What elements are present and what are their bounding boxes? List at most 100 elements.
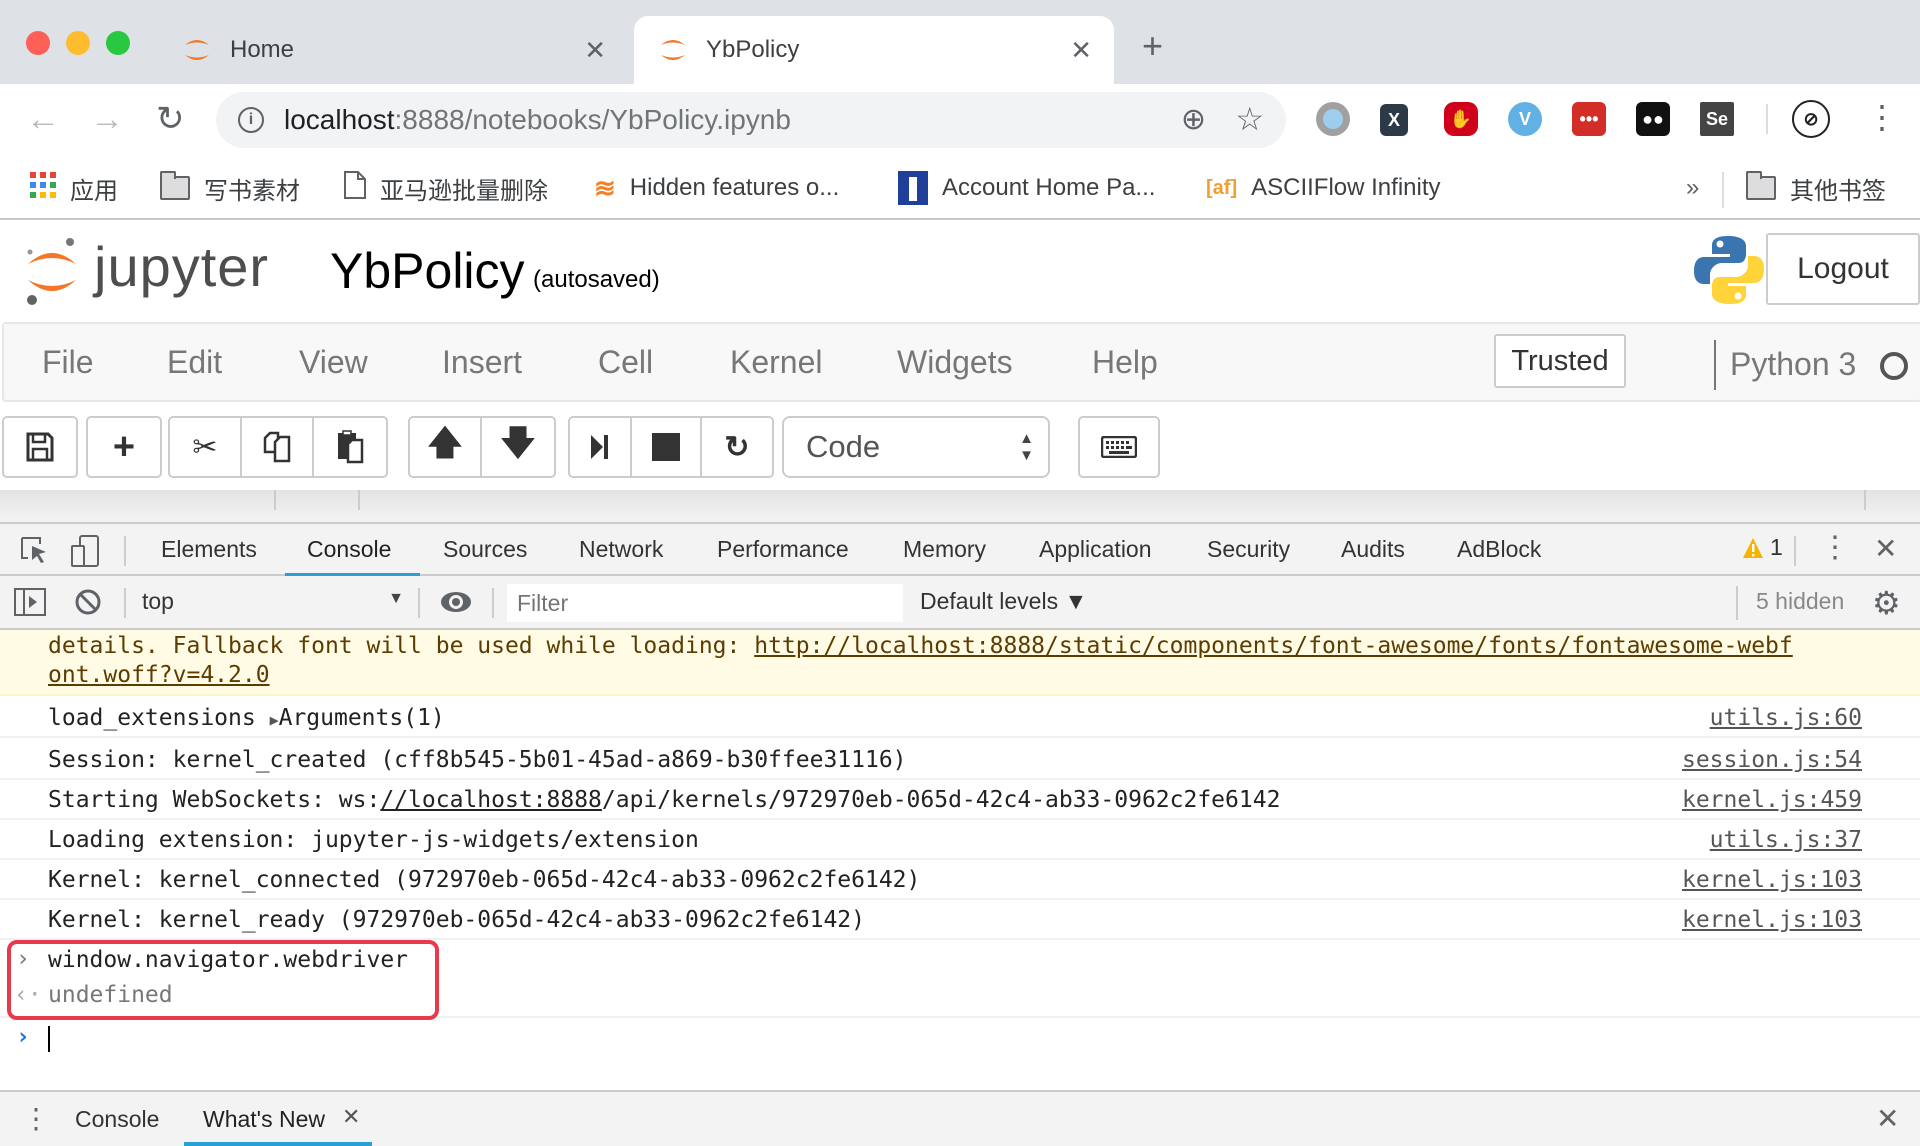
insert-cell-below-button[interactable]: +	[88, 418, 160, 476]
log-source-link[interactable]: utils.js:37	[1710, 827, 1862, 853]
cut-button[interactable]: ✂	[170, 418, 242, 476]
console-prompt[interactable]: ›	[0, 1020, 1920, 1060]
trusted-indicator[interactable]: Trusted	[1494, 334, 1626, 388]
devtools-menu-icon[interactable]: ⋮	[1820, 530, 1850, 565]
new-tab-button[interactable]: +	[1142, 28, 1163, 64]
drawer-tab-whats-new[interactable]: What's New	[203, 1106, 325, 1133]
command-palette-button[interactable]	[1080, 418, 1158, 476]
bookmark-amazon-delete[interactable]: 亚马逊批量删除	[344, 170, 548, 206]
no-tracking-extension-icon[interactable]: ⊘	[1792, 100, 1830, 138]
devtools-tab-elements[interactable]: Elements	[161, 536, 257, 563]
log-source-link[interactable]: kernel.js:459	[1682, 787, 1862, 813]
tab-home[interactable]: Home ✕	[158, 16, 628, 84]
log-source-link[interactable]: kernel.js:103	[1682, 867, 1862, 893]
reload-icon[interactable]: ↻	[156, 102, 185, 136]
menu-insert[interactable]: Insert	[442, 344, 522, 381]
select-arrows-icon: ▲ ▼	[1019, 430, 1034, 464]
menu-file[interactable]: File	[42, 344, 94, 381]
device-toolbar-icon[interactable]	[70, 534, 100, 573]
bookmark-account-home[interactable]: Account Home Pa...	[898, 170, 1155, 206]
cell-type-select[interactable]: Code ▲ ▼	[782, 416, 1050, 478]
menu-view[interactable]: View	[299, 344, 368, 381]
bookmark-star-icon[interactable]: ☆	[1235, 100, 1264, 138]
show-sidebar-icon[interactable]	[14, 588, 46, 621]
adblock-hand-icon[interactable]: ✋	[1444, 102, 1478, 136]
bookmarks-overflow-button[interactable]: »	[1686, 170, 1699, 206]
folder-icon	[1746, 171, 1776, 200]
console-settings-gear-icon[interactable]: ⚙	[1872, 584, 1901, 622]
close-devtools-icon[interactable]: ✕	[1874, 532, 1897, 565]
back-arrow-icon[interactable]: ←	[26, 102, 60, 136]
paste-button[interactable]	[314, 418, 386, 476]
minimize-window-button[interactable]	[66, 31, 90, 55]
devtools-tab-sources[interactable]: Sources	[443, 536, 527, 563]
dots-extension-icon[interactable]: ●●	[1636, 102, 1670, 136]
vimeo-extension-icon[interactable]: V	[1508, 102, 1542, 136]
copy-button[interactable]	[242, 418, 314, 476]
move-cell-up-button[interactable]: 🡅	[410, 418, 482, 476]
live-expression-eye-icon[interactable]	[440, 590, 472, 619]
close-tab-icon[interactable]: ✕	[584, 35, 606, 66]
bookmark-asciiflow[interactable]: [af] ASCIIFlow Infinity	[1206, 170, 1441, 206]
interrupt-kernel-button[interactable]	[632, 418, 702, 476]
devtools-tab-adblock[interactable]: AdBlock	[1457, 536, 1541, 563]
devtools-tab-performance[interactable]: Performance	[717, 536, 849, 563]
menu-edit[interactable]: Edit	[167, 344, 222, 381]
forward-arrow-icon[interactable]: →	[90, 102, 124, 136]
close-drawer-tab-icon[interactable]: ✕	[342, 1104, 360, 1130]
other-bookmarks-folder[interactable]: 其他书签	[1746, 170, 1886, 206]
menu-kernel[interactable]: Kernel	[730, 344, 823, 381]
maximize-window-button[interactable]	[106, 31, 130, 55]
close-drawer-icon[interactable]: ✕	[1876, 1102, 1899, 1135]
address-bar[interactable]: i localhost:8888/notebooks/YbPolicy.ipyn…	[216, 92, 1286, 148]
x-extension-icon[interactable]: X	[1380, 104, 1408, 136]
drawer-tab-console[interactable]: Console	[75, 1106, 159, 1133]
menu-help[interactable]: Help	[1092, 344, 1158, 381]
move-cell-down-button[interactable]: 🡇	[482, 418, 554, 476]
browser-menu-icon[interactable]: ⋮	[1866, 98, 1898, 136]
prompt-chevron-icon: ›	[16, 1024, 30, 1050]
font-url-link-continued[interactable]: ont.woff?v=4.2.0	[48, 662, 270, 688]
text-caret	[48, 1026, 50, 1052]
font-url-link[interactable]: http://localhost:8888/static/components/…	[754, 633, 1793, 659]
run-cell-button[interactable]	[570, 418, 632, 476]
arguments-object[interactable]: Arguments(1)	[279, 705, 445, 731]
selenium-ide-icon[interactable]: Se	[1700, 102, 1734, 136]
context-selector[interactable]: top ▼	[142, 588, 404, 615]
log-levels-dropdown[interactable]: Default levels ▼	[920, 588, 1087, 615]
devtools-tab-memory[interactable]: Memory	[903, 536, 986, 563]
site-info-icon[interactable]: i	[238, 107, 264, 133]
zoom-icon[interactable]: ⊕	[1181, 102, 1206, 137]
console-filter-input[interactable]	[507, 584, 903, 622]
inspect-element-icon[interactable]	[20, 536, 50, 571]
save-button[interactable]	[4, 418, 76, 476]
tab-ybpolicy[interactable]: YbPolicy ✕	[634, 16, 1114, 84]
bookmark-folder-writing[interactable]: 写书素材	[160, 170, 300, 206]
devtools-tab-application[interactable]: Application	[1039, 536, 1152, 563]
circle-extension-icon[interactable]	[1316, 102, 1350, 136]
warnings-counter[interactable]: 1	[1742, 534, 1783, 561]
menu-widgets[interactable]: Widgets	[897, 344, 1013, 381]
restart-kernel-button[interactable]: ↻	[702, 418, 772, 476]
menu-cell[interactable]: Cell	[598, 344, 653, 381]
url-text[interactable]: localhost:8888/notebooks/YbPolicy.ipynb	[284, 104, 791, 136]
logout-button[interactable]: Logout	[1766, 233, 1920, 305]
devtools-tab-security[interactable]: Security	[1207, 536, 1290, 563]
bookmark-apps[interactable]: 应用	[30, 170, 118, 206]
log-source-link[interactable]: utils.js:60	[1710, 705, 1862, 731]
log-source-link[interactable]: session.js:54	[1682, 747, 1862, 773]
drawer-menu-icon[interactable]: ⋮	[22, 1102, 50, 1135]
notebook-title[interactable]: YbPolicy	[330, 242, 525, 300]
close-tab-icon[interactable]: ✕	[1070, 35, 1092, 66]
websocket-host-link[interactable]: //localhost:8888	[380, 787, 602, 813]
devtools-tab-console[interactable]: Console	[307, 536, 391, 563]
jupyter-logo[interactable]	[24, 236, 80, 311]
clear-console-icon[interactable]	[74, 588, 102, 621]
devtools-tab-audits[interactable]: Audits	[1341, 536, 1405, 563]
log-source-link[interactable]: kernel.js:103	[1682, 907, 1862, 933]
close-window-button[interactable]	[26, 31, 50, 55]
lastpass-extension-icon[interactable]: •••	[1572, 102, 1606, 136]
devtools-tab-network[interactable]: Network	[579, 536, 663, 563]
bookmark-hidden-features[interactable]: ≋ Hidden features o...	[594, 170, 839, 206]
expand-triangle-icon[interactable]: ▶	[270, 711, 279, 729]
